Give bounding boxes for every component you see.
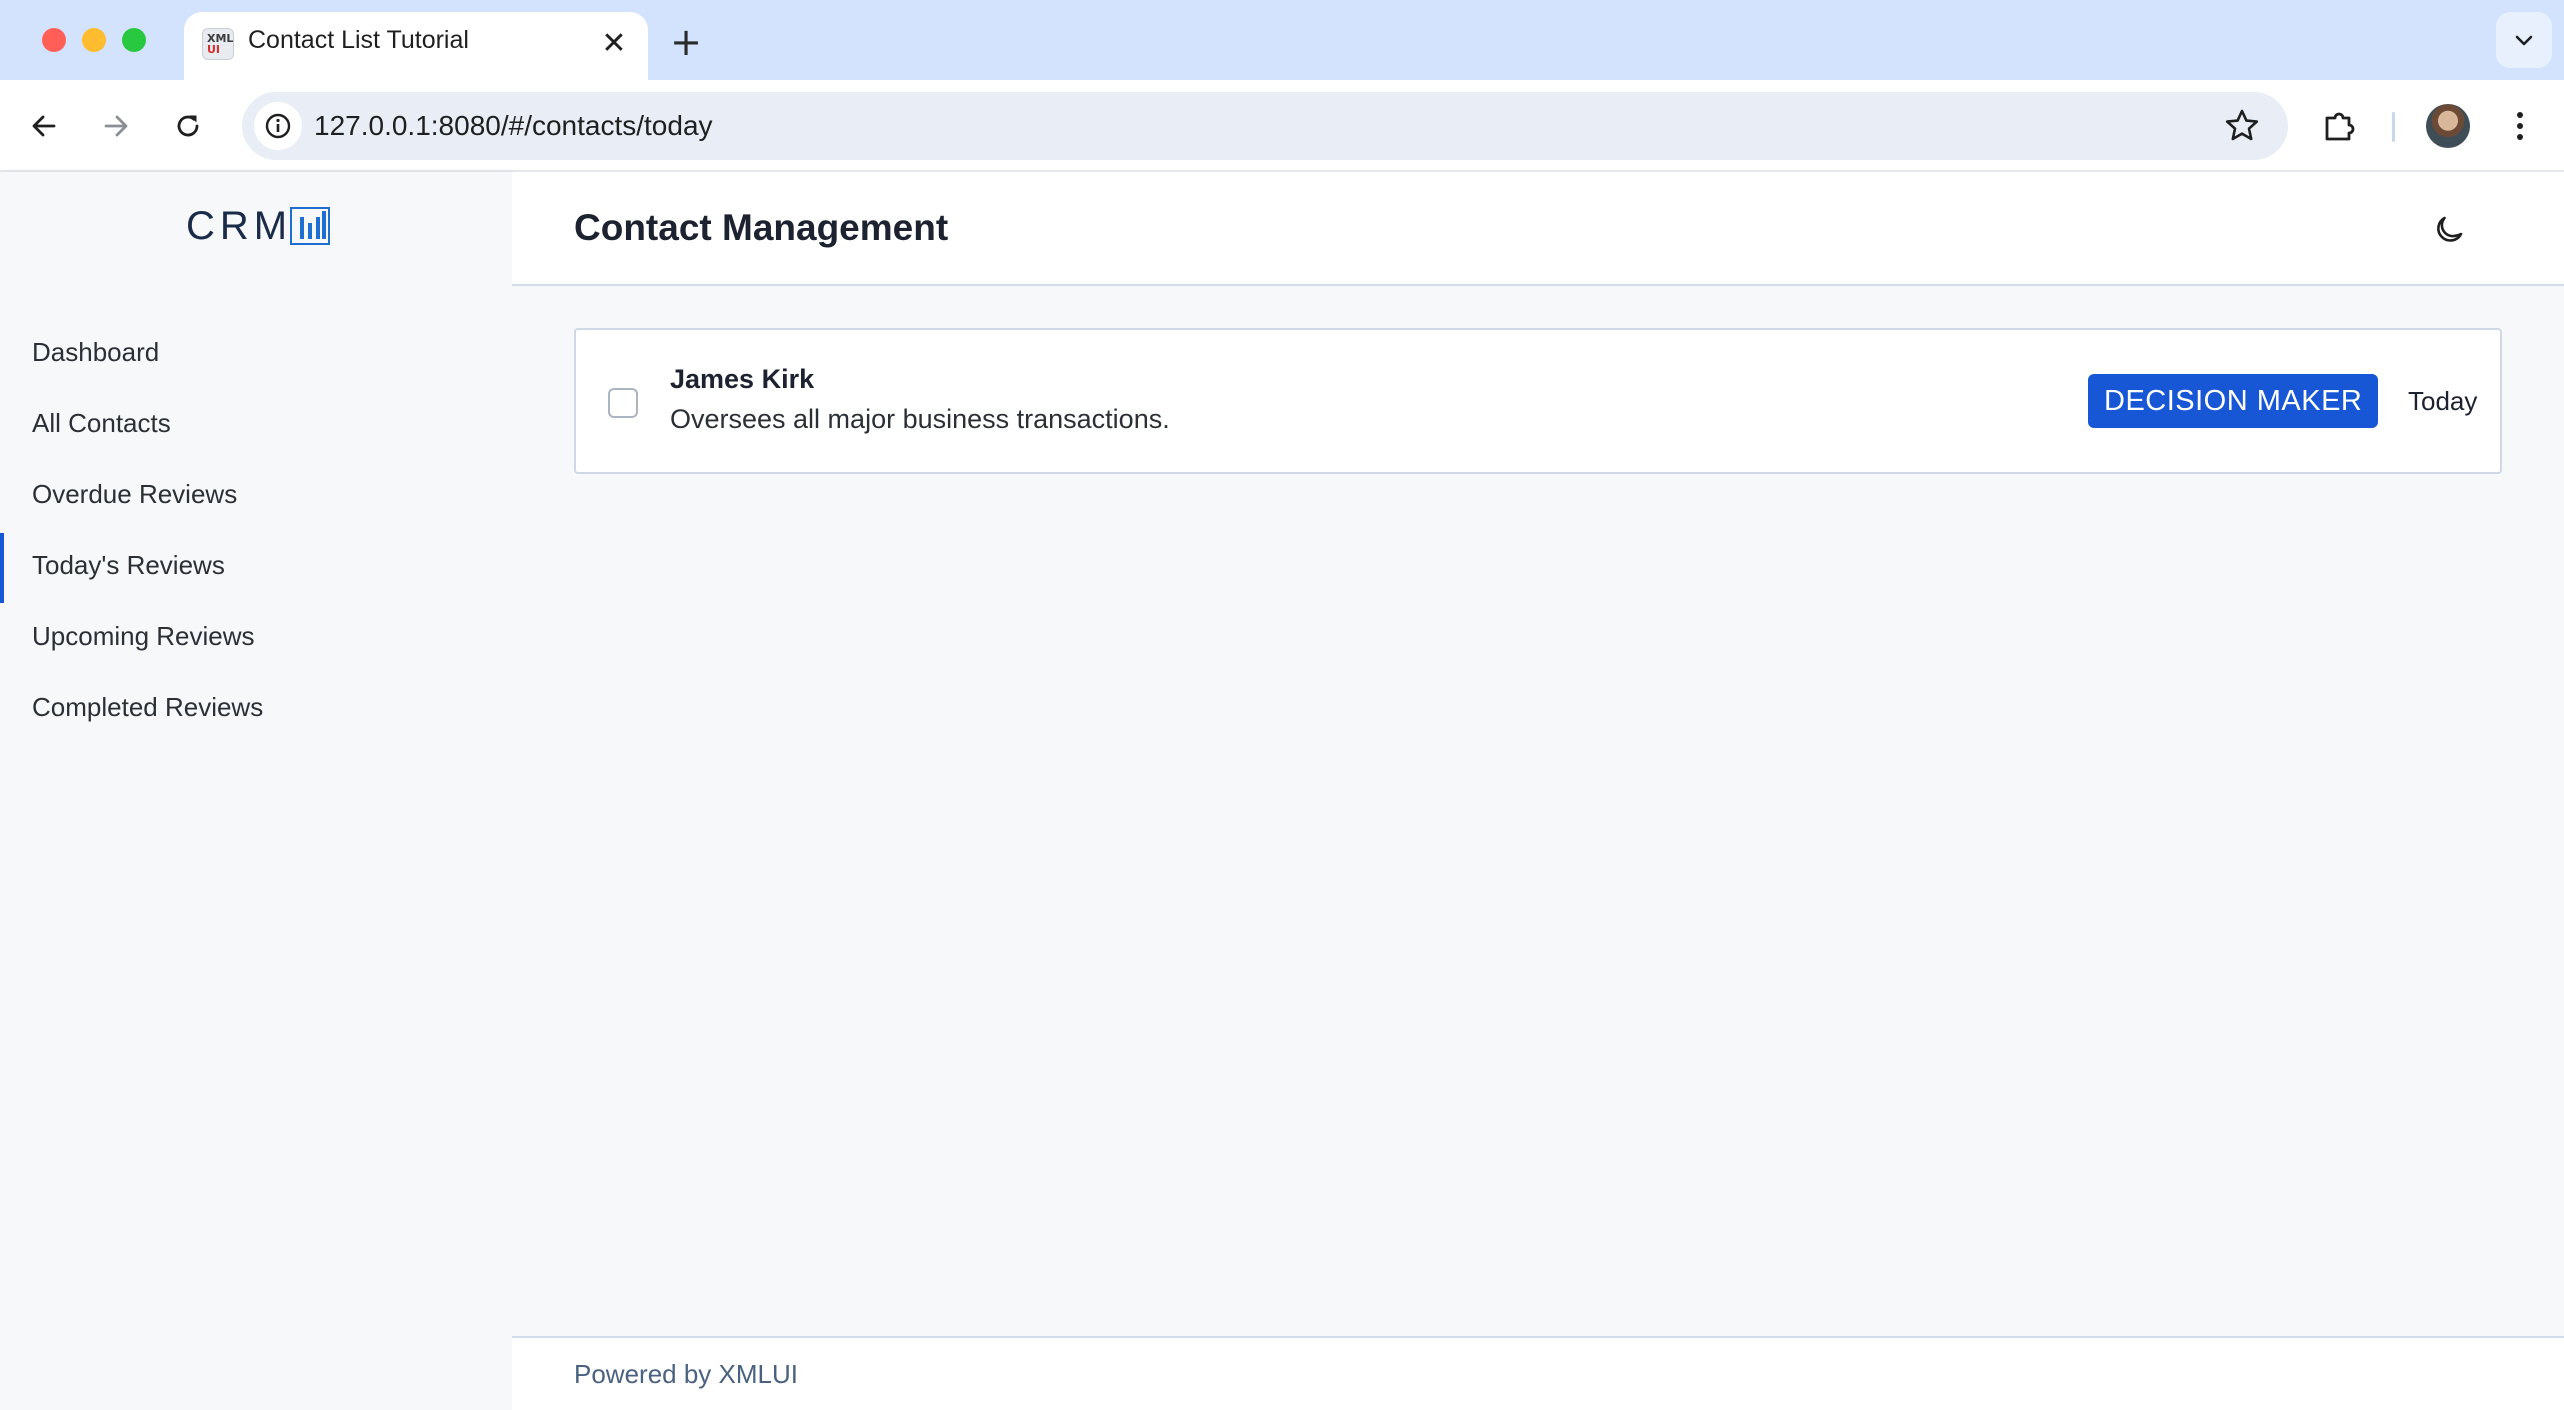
tab-search-button[interactable] bbox=[2496, 12, 2552, 68]
footer-text: Powered by XMLUI bbox=[574, 1359, 798, 1389]
forward-button[interactable] bbox=[92, 102, 140, 150]
window-zoom-button[interactable] bbox=[122, 28, 146, 52]
contact-description: Oversees all major business transactions… bbox=[670, 404, 1170, 434]
page-footer: Powered by XMLUI bbox=[512, 1336, 2564, 1410]
app-root: CRM Dashboard All Contacts Overdue Revie… bbox=[0, 172, 2564, 1410]
contact-card: James Kirk Oversees all major business t… bbox=[574, 328, 2502, 474]
sidebar: CRM Dashboard All Contacts Overdue Revie… bbox=[0, 172, 512, 1410]
sidebar-item-upcoming-reviews[interactable]: Upcoming Reviews bbox=[0, 604, 512, 668]
contact-due-date: Today bbox=[2408, 386, 2478, 416]
tab-close-icon[interactable]: ✕ bbox=[596, 26, 632, 62]
puzzle-icon[interactable] bbox=[2318, 104, 2362, 148]
arrow-right-icon bbox=[104, 115, 128, 137]
sidebar-item-overdue-reviews[interactable]: Overdue Reviews bbox=[0, 462, 512, 526]
url-text[interactable]: 127.0.0.1:8080/#/contacts/today bbox=[314, 92, 713, 160]
favicon-text-bottom: UI bbox=[207, 43, 221, 56]
browser-tab-bar: XML UI Contact List Tutorial ✕ + bbox=[0, 0, 2564, 80]
toolbar-separator bbox=[2392, 112, 2395, 142]
site-info-button[interactable] bbox=[254, 102, 302, 150]
logo-text: CRM bbox=[186, 204, 293, 248]
page-header: Contact Management bbox=[512, 172, 2564, 286]
moon-icon[interactable] bbox=[2428, 208, 2472, 252]
browser-toolbar: 127.0.0.1:8080/#/contacts/today bbox=[0, 80, 2564, 172]
back-button[interactable] bbox=[20, 102, 68, 150]
info-icon bbox=[265, 113, 291, 139]
profile-avatar[interactable] bbox=[2426, 104, 2470, 148]
new-tab-button[interactable]: + bbox=[664, 20, 708, 64]
contact-name: James Kirk bbox=[670, 364, 815, 394]
kebab-menu-icon[interactable] bbox=[2500, 106, 2540, 146]
contact-role-badge: DECISION MAKER bbox=[2088, 374, 2379, 428]
logo-bars-icon bbox=[290, 207, 330, 245]
xmlui-favicon-icon: XML UI bbox=[202, 28, 234, 60]
sidebar-item-completed-reviews[interactable]: Completed Reviews bbox=[0, 675, 512, 739]
star-icon[interactable] bbox=[2222, 106, 2262, 146]
sidebar-item-all-contacts[interactable]: All Contacts bbox=[0, 391, 512, 455]
contact-checkbox[interactable] bbox=[608, 388, 638, 418]
sidebar-item-dashboard[interactable]: Dashboard bbox=[0, 320, 512, 384]
window-minimize-button[interactable] bbox=[82, 28, 106, 52]
reload-icon bbox=[177, 115, 199, 137]
main-content: Contact Management James Kirk Oversees a… bbox=[512, 172, 2564, 1410]
address-bar[interactable]: 127.0.0.1:8080/#/contacts/today bbox=[242, 92, 2288, 160]
window-close-button[interactable] bbox=[42, 28, 66, 52]
page-title: Contact Management bbox=[574, 207, 949, 248]
reload-button[interactable] bbox=[164, 102, 212, 150]
sidebar-item-todays-reviews[interactable]: Today's Reviews bbox=[0, 533, 512, 603]
arrow-left-icon bbox=[32, 115, 56, 137]
browser-tab-active[interactable]: XML UI Contact List Tutorial ✕ bbox=[184, 12, 648, 80]
tab-title: Contact List Tutorial bbox=[248, 26, 469, 54]
chevron-down-icon bbox=[2515, 35, 2533, 46]
